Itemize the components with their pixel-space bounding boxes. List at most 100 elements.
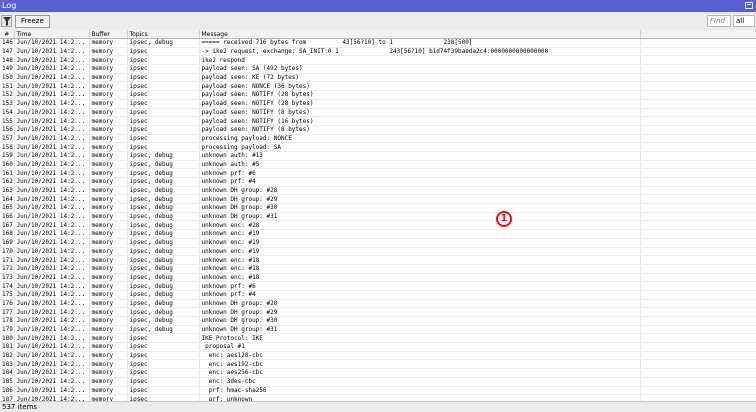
column-header-message[interactable]: Message: [199, 30, 641, 39]
table-row[interactable]: 182 Jun/10/2021 14:2... memory ipsec enc: a…: [0, 351, 756, 361]
find-input[interactable]: Find: [707, 15, 731, 27]
table-row[interactable]: 165 Jun/10/2021 14:2... memory ipsec, debug…: [0, 203, 756, 213]
table-row[interactable]: 157 Jun/10/2021 14:2... memory ipsec process…: [0, 134, 756, 144]
table-row[interactable]: 153 Jun/10/2021 14:2... memory ipsec payload…: [0, 99, 756, 109]
cell-time: Jun/10/2021 14:2...: [14, 290, 90, 300]
filter-icon[interactable]: [1, 15, 12, 27]
cell-filler: [640, 108, 756, 118]
cell-filler: [640, 125, 756, 135]
table-row[interactable]: 178 Jun/10/2021 14:2... memory ipsec, debug…: [0, 316, 756, 326]
table-row[interactable]: 148 Jun/10/2021 14:2... memory ipsec ike2 re…: [0, 55, 756, 66]
table-row[interactable]: 184 Jun/10/2021 14:2... memory ipsec enc: a…: [0, 368, 756, 378]
column-header-buffer[interactable]: Buffer: [89, 30, 128, 39]
table-row[interactable]: 181 Jun/10/2021 14:2... memory ipsec propos…: [0, 342, 756, 352]
cell-topics: ipsec, debug: [127, 177, 200, 187]
cell-time: Jun/10/2021 14:2...: [14, 125, 90, 135]
cell-buffer: memory: [89, 342, 128, 352]
cell-message: unknown enc: #19: [199, 238, 641, 248]
cell-message: payload seen: NOTIFY (8 bytes): [199, 108, 641, 118]
table-row[interactable]: 177 Jun/10/2021 14:2... memory ipsec, debug…: [0, 307, 756, 317]
cell-topics: ipsec, debug: [127, 238, 200, 248]
table-row[interactable]: 174 Jun/10/2021 14:2... memory ipsec, debug…: [0, 281, 756, 291]
cell-num: 156: [0, 125, 15, 135]
cell-filler: [640, 177, 756, 187]
table-row[interactable]: 154 Jun/10/2021 14:2... memory ipsec payload…: [0, 108, 756, 118]
cell-num: 171: [0, 255, 15, 265]
cell-time: Jun/10/2021 14:2...: [14, 160, 90, 170]
table-row[interactable]: 150 Jun/10/2021 14:2... memory ipsec payload…: [0, 73, 756, 83]
table-row[interactable]: 175 Jun/10/2021 14:2... memory ipsec, debug…: [0, 290, 756, 300]
table-row[interactable]: 176 Jun/10/2021 14:2... memory ipsec, debug…: [0, 299, 756, 309]
table-row[interactable]: 147 Jun/10/2021 14:2... memory ipsec -> ike2…: [0, 47, 756, 57]
cell-filler: [640, 273, 756, 283]
cell-filler: [640, 368, 756, 378]
scope-select[interactable]: all: [733, 15, 755, 27]
cell-topics: ipsec, debug: [127, 220, 200, 231]
cell-time: Jun/10/2021 14:2...: [14, 255, 90, 265]
table-row[interactable]: 169 Jun/10/2021 14:2... memory ipsec, debug…: [0, 238, 756, 248]
table-row[interactable]: 180 Jun/10/2021 14:2... memory ipsec IKE Pro…: [0, 333, 756, 344]
cell-topics: ipsec, debug: [127, 273, 200, 283]
cell-message: proposal #1: [199, 342, 641, 352]
column-header-num[interactable]: #: [0, 30, 15, 39]
cell-time: Jun/10/2021 14:2...: [14, 229, 90, 239]
cell-filler: [640, 186, 756, 196]
table-row[interactable]: 179 Jun/10/2021 14:2... memory ipsec, debug…: [0, 325, 756, 335]
cell-filler: [640, 194, 756, 205]
table-row[interactable]: 163 Jun/10/2021 14:2... memory ipsec, debug…: [0, 186, 756, 196]
table-row[interactable]: 171 Jun/10/2021 14:2... memory ipsec, debug…: [0, 255, 756, 265]
table-row[interactable]: 158 Jun/10/2021 14:2... memory ipsec process…: [0, 142, 756, 152]
table-row[interactable]: 152 Jun/10/2021 14:2... memory ipsec payload…: [0, 90, 756, 100]
cell-buffer: memory: [89, 351, 128, 361]
table-row[interactable]: 164 Jun/10/2021 14:2... memory ipsec, debug…: [0, 194, 756, 205]
table-row[interactable]: 172 Jun/10/2021 14:2... memory ipsec, debug…: [0, 264, 756, 274]
table-row[interactable]: 160 Jun/10/2021 14:2... memory ipsec, debug…: [0, 160, 756, 170]
cell-buffer: memory: [89, 220, 128, 231]
table-row[interactable]: 161 Jun/10/2021 14:2... memory ipsec, debug…: [0, 168, 756, 178]
table-row[interactable]: 183 Jun/10/2021 14:2... memory ipsec enc: a…: [0, 359, 756, 370]
table-row[interactable]: 185 Jun/10/2021 14:2... memory ipsec enc: 3…: [0, 377, 756, 387]
table-row[interactable]: 159 Jun/10/2021 14:2... memory ipsec, debug…: [0, 151, 756, 161]
cell-message: unknown prf: #6: [199, 168, 641, 178]
cell-filler: [640, 55, 756, 66]
cell-num: 148: [0, 55, 15, 66]
cell-topics: ipsec: [127, 116, 200, 126]
table-row[interactable]: 151 Jun/10/2021 14:2... memory ipsec payload…: [0, 81, 756, 92]
log-rows: 146 Jun/10/2021 14:2... memory ipsec, debug…: [0, 38, 756, 401]
cell-time: Jun/10/2021 14:2...: [14, 220, 90, 231]
log-table: # Time Buffer Topics Message 146 Jun/10/2…: [0, 30, 756, 401]
table-row[interactable]: 156 Jun/10/2021 14:2... memory ipsec payload…: [0, 125, 756, 135]
cell-topics: ipsec, debug: [127, 203, 200, 213]
table-row[interactable]: 173 Jun/10/2021 14:2... memory ipsec, debug…: [0, 273, 756, 283]
column-header-topics[interactable]: Topics: [127, 30, 200, 39]
cell-filler: [640, 299, 756, 309]
table-row[interactable]: 166 Jun/10/2021 14:2... memory ipsec, debug…: [0, 212, 756, 222]
cell-buffer: memory: [89, 177, 128, 187]
cell-topics: ipsec, debug: [127, 255, 200, 265]
table-row[interactable]: 146 Jun/10/2021 14:2... memory ipsec, debug…: [0, 38, 756, 48]
cell-num: 150: [0, 73, 15, 83]
cell-message: payload seen: NOTIFY (28 bytes): [199, 99, 641, 109]
cell-buffer: memory: [89, 307, 128, 317]
cell-topics: ipsec: [127, 99, 200, 109]
cell-message: payload seen: NOTIFY (8 bytes): [199, 125, 641, 135]
cell-num: 160: [0, 160, 15, 170]
column-header-time[interactable]: Time: [14, 30, 90, 39]
cell-filler: [640, 81, 756, 92]
cell-time: Jun/10/2021 14:2...: [14, 342, 90, 352]
cell-buffer: memory: [89, 73, 128, 83]
table-row[interactable]: 155 Jun/10/2021 14:2... memory ipsec payload…: [0, 116, 756, 126]
cell-message: ike2 respond: [199, 55, 641, 66]
table-row[interactable]: 170 Jun/10/2021 14:2... memory ipsec, debug…: [0, 247, 756, 257]
freeze-button[interactable]: Freeze: [15, 15, 50, 28]
maximize-icon[interactable]: [745, 2, 753, 9]
table-row[interactable]: 186 Jun/10/2021 14:2... memory ipsec prf: h…: [0, 386, 756, 396]
cell-time: Jun/10/2021 14:2...: [14, 299, 90, 309]
cell-time: Jun/10/2021 14:2...: [14, 186, 90, 196]
cell-num: 166: [0, 212, 15, 222]
cell-filler: [640, 90, 756, 100]
table-row[interactable]: 162 Jun/10/2021 14:2... memory ipsec, debug…: [0, 177, 756, 187]
table-row[interactable]: 149 Jun/10/2021 14:2... memory ipsec payload…: [0, 64, 756, 74]
table-row[interactable]: 168 Jun/10/2021 14:2... memory ipsec, debug…: [0, 229, 756, 239]
table-row[interactable]: 167 Jun/10/2021 14:2... memory ipsec, debug…: [0, 220, 756, 231]
